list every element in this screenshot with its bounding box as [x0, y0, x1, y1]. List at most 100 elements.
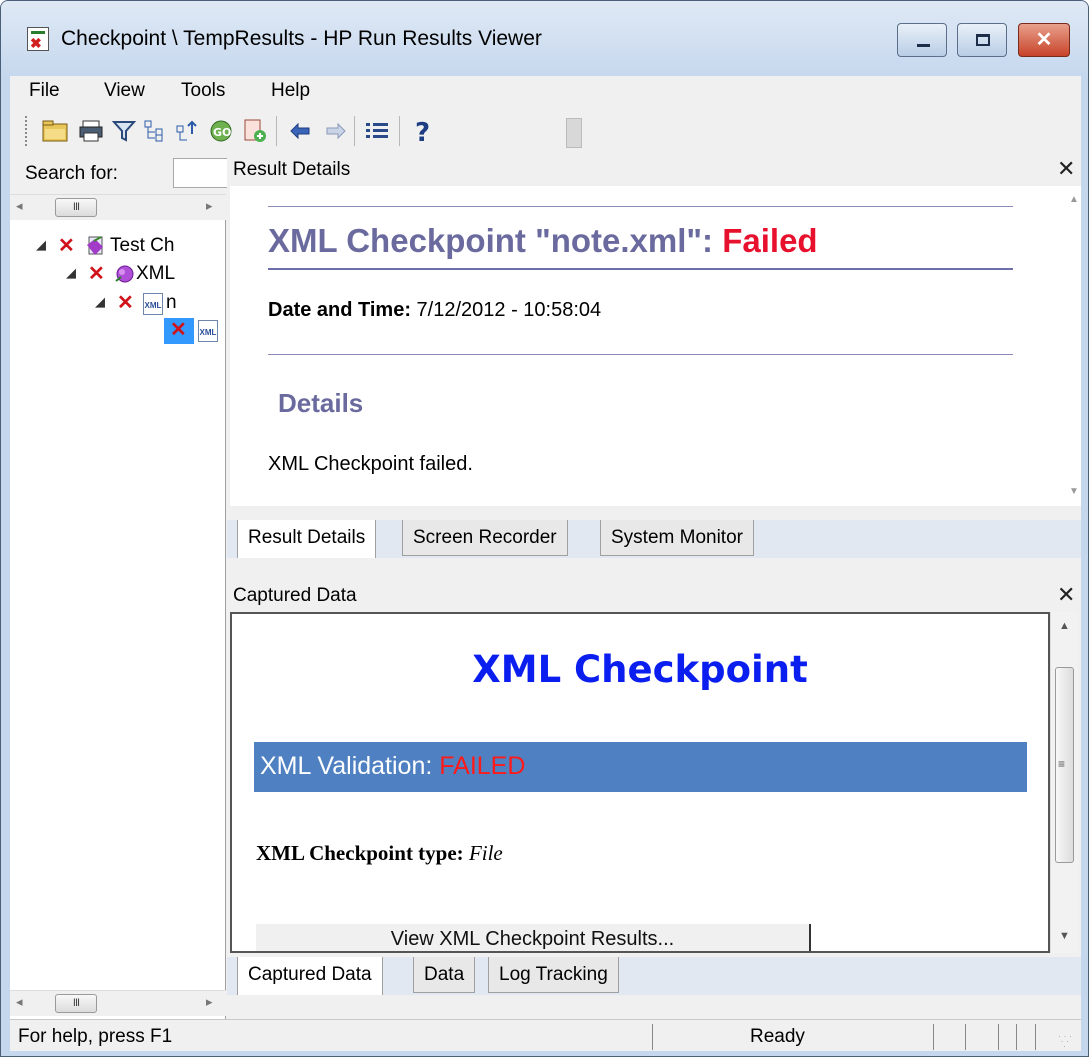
- result-details-scrollbar[interactable]: ▲ ▼: [1066, 186, 1081, 506]
- tree-node-label: XML: [136, 263, 176, 284]
- tree-node-checkpoint-selected[interactable]: ✕ XML: [10, 318, 226, 344]
- run-tree-pane: Search for: ◂ III ▸ ◢ ✕ Test Ch ◢ ✕ XML: [10, 154, 233, 1019]
- panel-title: Result Details: [233, 159, 351, 180]
- captured-data-content: XML Checkpoint XML Validation: FAILED XM…: [230, 612, 1050, 953]
- maximize-button[interactable]: [957, 23, 1007, 57]
- scroll-left-icon[interactable]: ◂: [16, 994, 23, 1010]
- expand-all-icon[interactable]: [143, 118, 169, 144]
- details-heading: Details: [278, 388, 364, 418]
- scroll-right-icon[interactable]: ▸: [206, 994, 213, 1010]
- export-icon[interactable]: [242, 118, 268, 144]
- scroll-thumb[interactable]: III: [55, 994, 97, 1013]
- close-window-button[interactable]: ✕: [1018, 23, 1070, 57]
- resize-grip-icon[interactable]: · · · · · ·: [1058, 1032, 1074, 1051]
- title-bar[interactable]: ✖ Checkpoint \ TempResults - HP Run Resu…: [1, 1, 1088, 76]
- collapse-all-icon[interactable]: [175, 118, 201, 144]
- collapse-triangle-icon[interactable]: ◢: [66, 265, 76, 281]
- divider: [268, 354, 1013, 355]
- tree-node-note-xml[interactable]: ◢ ✕ XML n: [10, 291, 226, 317]
- type-value: File: [463, 841, 503, 865]
- failed-x-icon: ✕: [170, 319, 187, 341]
- menu-tools[interactable]: Tools: [181, 80, 225, 102]
- validation-label: XML Validation:: [260, 752, 440, 780]
- open-folder-icon[interactable]: [42, 118, 68, 144]
- close-icon[interactable]: ✕: [1057, 156, 1075, 182]
- filter-icon[interactable]: [111, 118, 137, 144]
- panel-title: Captured Data: [233, 585, 357, 606]
- captured-data-tabs: Captured Data Data Log Tracking: [227, 957, 1081, 995]
- validation-status: FAILED: [439, 752, 526, 780]
- toolbar-overflow-button[interactable]: [566, 118, 582, 148]
- forward-arrow-icon[interactable]: [323, 118, 349, 144]
- scroll-left-icon[interactable]: ◂: [16, 198, 23, 214]
- list-icon[interactable]: [364, 118, 390, 144]
- tree-bottom-scrollbar[interactable]: ◂ III ▸: [10, 990, 226, 1016]
- app-window: ✖ Checkpoint \ TempResults - HP Run Resu…: [0, 0, 1089, 1057]
- failed-x-icon: ✕: [117, 292, 134, 314]
- maximize-icon: [976, 34, 990, 46]
- captured-data-scrollbar[interactable]: ▲ ≡ ▼: [1050, 612, 1078, 953]
- tree-node-label: n: [166, 292, 177, 313]
- toolbar: GO ?: [10, 108, 1081, 154]
- window-title: Checkpoint \ TempResults - HP Run Result…: [61, 27, 542, 50]
- toolbar-grip[interactable]: [25, 116, 29, 146]
- svg-text:GO: GO: [213, 126, 231, 139]
- search-row: Search for:: [10, 154, 233, 194]
- collapse-triangle-icon[interactable]: ◢: [36, 237, 46, 253]
- view-results-button[interactable]: View XML Checkpoint Results...: [256, 924, 811, 951]
- status-help-text: For help, press F1: [18, 1026, 173, 1047]
- scroll-down-icon[interactable]: ▼: [1069, 486, 1079, 497]
- details-message: XML Checkpoint failed.: [268, 453, 473, 475]
- result-details-panel: Result Details ✕ XML Checkpoint "note.xm…: [227, 154, 1081, 520]
- scroll-up-icon[interactable]: ▲: [1059, 620, 1070, 632]
- close-icon: ✕: [1035, 29, 1053, 51]
- test-icon: [87, 236, 103, 255]
- svg-text:?: ?: [415, 118, 430, 144]
- back-arrow-icon[interactable]: [287, 118, 313, 144]
- date-time: Date and Time: 7/12/2012 - 10:58:04: [268, 299, 601, 322]
- close-icon[interactable]: ✕: [1057, 582, 1075, 608]
- search-label: Search for:: [25, 163, 118, 184]
- tree-top-scrollbar[interactable]: ◂ III ▸: [10, 194, 226, 220]
- xml-file-icon: XML: [198, 320, 218, 342]
- collapse-triangle-icon[interactable]: ◢: [95, 294, 105, 310]
- failed-x-icon: ✕: [58, 235, 75, 257]
- app-icon[interactable]: ✖: [27, 27, 49, 51]
- menu-view[interactable]: View: [104, 80, 145, 102]
- menu-file[interactable]: File: [29, 80, 60, 102]
- tab-captured-data[interactable]: Captured Data: [237, 957, 383, 995]
- xml-file-icon: XML: [143, 293, 163, 315]
- tab-result-details[interactable]: Result Details: [237, 520, 377, 558]
- tab-data[interactable]: Data: [413, 957, 476, 993]
- thumb-grip-icon: ≡: [1058, 757, 1066, 771]
- print-icon[interactable]: [78, 118, 104, 144]
- tab-system-monitor[interactable]: System Monitor: [600, 520, 754, 556]
- status-failed: Failed: [722, 222, 818, 259]
- failed-x-icon: ✕: [88, 263, 105, 285]
- scroll-right-icon[interactable]: ▸: [206, 198, 213, 214]
- tree-node-test[interactable]: ◢ ✕ Test Ch: [10, 234, 226, 260]
- search-input[interactable]: [173, 158, 233, 188]
- result-details-content: XML Checkpoint "note.xml": Failed Date a…: [230, 186, 1066, 506]
- action-icon: [115, 265, 134, 283]
- tab-log-tracking[interactable]: Log Tracking: [488, 957, 619, 993]
- scroll-up-icon[interactable]: ▲: [1069, 194, 1079, 205]
- tab-screen-recorder[interactable]: Screen Recorder: [402, 520, 568, 556]
- captured-data-panel: Captured Data ✕ XML Checkpoint XML Valid…: [227, 580, 1081, 955]
- capture-heading: XML Checkpoint: [472, 648, 808, 691]
- menu-help[interactable]: Help: [271, 80, 310, 102]
- help-icon[interactable]: ?: [410, 118, 436, 144]
- minimize-button[interactable]: [897, 23, 947, 57]
- go-to-node-icon[interactable]: GO: [208, 118, 234, 144]
- minimize-icon: [917, 44, 930, 47]
- result-heading: XML Checkpoint "note.xml": Failed: [268, 222, 818, 260]
- scroll-down-icon[interactable]: ▼: [1059, 930, 1070, 942]
- menu-bar: File View Tools Help: [10, 76, 1081, 108]
- status-state: Ready: [750, 1026, 805, 1047]
- tree-node-xml-action[interactable]: ◢ ✕ XML: [10, 262, 226, 288]
- date-label: Date and Time:: [268, 299, 411, 321]
- scroll-thumb[interactable]: III: [55, 198, 97, 217]
- divider: [268, 206, 1013, 207]
- tree-node-label: Test Ch: [110, 235, 175, 256]
- validation-band: XML Validation: FAILED: [254, 742, 1027, 792]
